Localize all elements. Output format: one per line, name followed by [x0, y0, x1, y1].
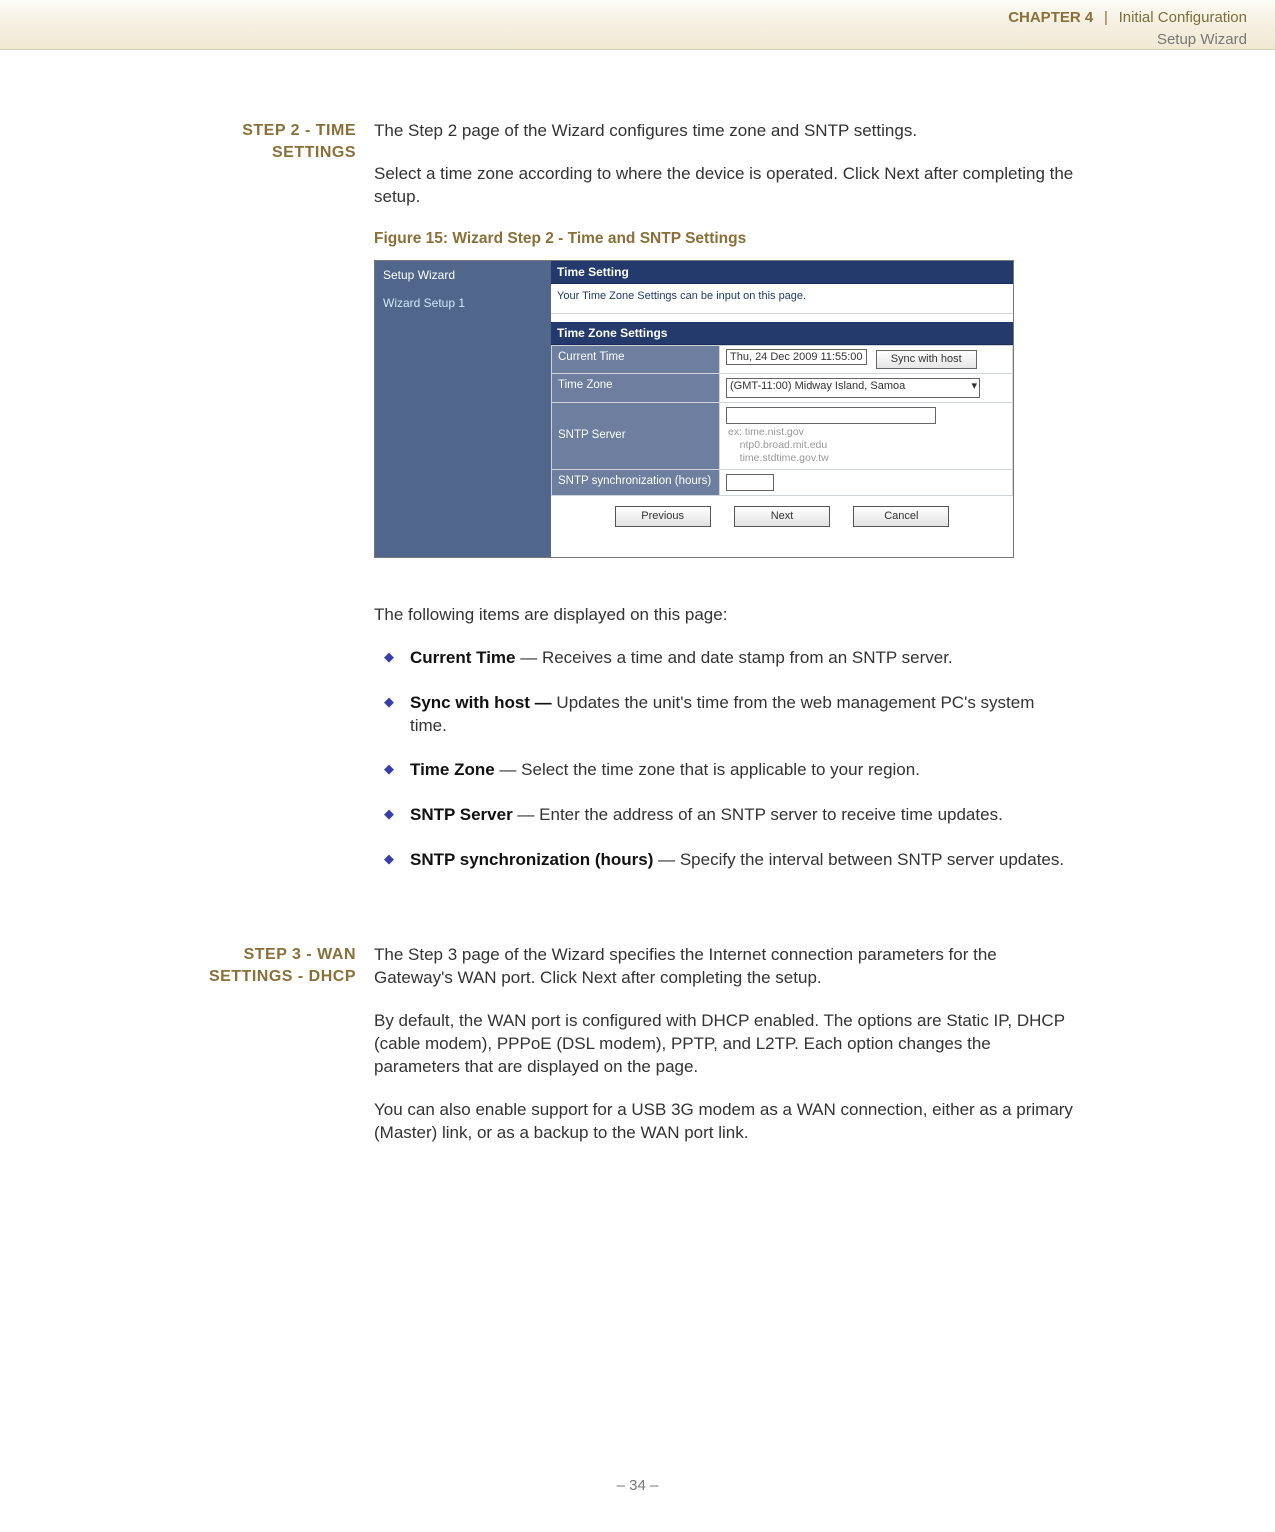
step3-content: The Step 3 page of the Wizard specifies … — [374, 944, 1074, 1165]
page-header: CHAPTER 4 | Initial Configuration Setup … — [0, 0, 1275, 50]
bullet-sync-with-host: Sync with host — Updates the unit's time… — [374, 692, 1074, 738]
step3-heading-l1: STEP 3 - WAN — [244, 946, 356, 963]
sync-with-host-button[interactable]: Sync with host — [876, 350, 977, 369]
step2-content: The Step 2 page of the Wizard configures… — [374, 120, 1074, 898]
step3-p3: You can also enable support for a USB 3G… — [374, 1099, 1074, 1145]
bullet-time-zone: Time Zone — Select the time zone that is… — [374, 759, 1074, 782]
step3-p2: By default, the WAN port is configured w… — [374, 1010, 1074, 1079]
chapter-label: CHAPTER 4 — [1008, 9, 1093, 26]
step3-heading-l2: SETTINGS - DHCP — [209, 968, 356, 985]
row-sntp-server: SNTP Server ex: time.nist.gov ntp0.broad… — [552, 402, 1013, 469]
page-number: – 34 – — [0, 1476, 1275, 1496]
step2-p1: The Step 2 page of the Wizard configures… — [374, 120, 1074, 143]
bullet-sntp-server: SNTP Server — Enter the address of an SN… — [374, 804, 1074, 827]
label-current-time: Current Time — [552, 345, 720, 373]
panel-title-time-setting: Time Setting — [551, 261, 1013, 284]
settings-table: Current Time Thu, 24 Dec 2009 11:55:00 S… — [551, 345, 1013, 496]
row-current-time: Current Time Thu, 24 Dec 2009 11:55:00 S… — [552, 345, 1013, 373]
figure-15: Setup Wizard Wizard Setup 1 Time Setting… — [374, 260, 1014, 558]
panel-subtitle: Your Time Zone Settings can be input on … — [551, 284, 1013, 314]
current-time-input[interactable]: Thu, 24 Dec 2009 11:55:00 — [726, 349, 867, 365]
row-time-zone: Time Zone (GMT-11:00) Midway Island, Sam… — [552, 373, 1013, 402]
bullet-current-time: Current Time — Receives a time and date … — [374, 647, 1074, 670]
step2-bullets: Current Time — Receives a time and date … — [374, 647, 1074, 873]
step3-heading: STEP 3 - WAN SETTINGS - DHCP — [0, 944, 360, 1165]
sntp-server-hint: ex: time.nist.gov ntp0.broad.mit.edu tim… — [728, 426, 1006, 465]
step2-p2: Select a time zone according to where th… — [374, 163, 1074, 209]
bullet-sntp-sync: SNTP synchronization (hours) — Specify t… — [374, 849, 1074, 872]
label-sntp-sync: SNTP synchronization (hours) — [552, 470, 720, 496]
next-button[interactable]: Next — [734, 506, 830, 527]
chapter-sub: Setup Wizard — [0, 30, 1247, 50]
time-zone-select[interactable]: (GMT-11:00) Midway Island, Samoa — [726, 378, 980, 398]
sidebar-item-wizard-step[interactable]: Wizard Setup 1 — [375, 289, 550, 317]
step2-heading: STEP 2 - TIME SETTINGS — [0, 120, 360, 898]
sntp-sync-input[interactable] — [726, 474, 774, 491]
figure-caption: Figure 15: Wizard Step 2 - Time and SNTP… — [374, 229, 1074, 250]
label-time-zone: Time Zone — [552, 373, 720, 402]
wizard-sidebar: Setup Wizard Wizard Setup 1 — [375, 261, 551, 557]
step3-p1: The Step 3 page of the Wizard specifies … — [374, 944, 1074, 990]
step2-heading-l2: SETTINGS — [272, 144, 356, 161]
label-sntp-server: SNTP Server — [552, 402, 720, 469]
previous-button[interactable]: Previous — [615, 506, 711, 527]
sidebar-item-setup-wizard[interactable]: Setup Wizard — [375, 261, 550, 289]
panel-title-time-zone: Time Zone Settings — [551, 322, 1013, 345]
wizard-buttons: Previous Next Cancel — [551, 496, 1013, 537]
items-intro: The following items are displayed on thi… — [374, 604, 1074, 627]
step2-heading-l1: STEP 2 - TIME — [242, 122, 356, 139]
header-sep: | — [1098, 9, 1114, 26]
chapter-title: Initial Configuration — [1119, 9, 1247, 26]
sntp-server-input[interactable] — [726, 407, 936, 424]
cancel-button[interactable]: Cancel — [853, 506, 949, 527]
row-sntp-sync: SNTP synchronization (hours) — [552, 470, 1013, 496]
